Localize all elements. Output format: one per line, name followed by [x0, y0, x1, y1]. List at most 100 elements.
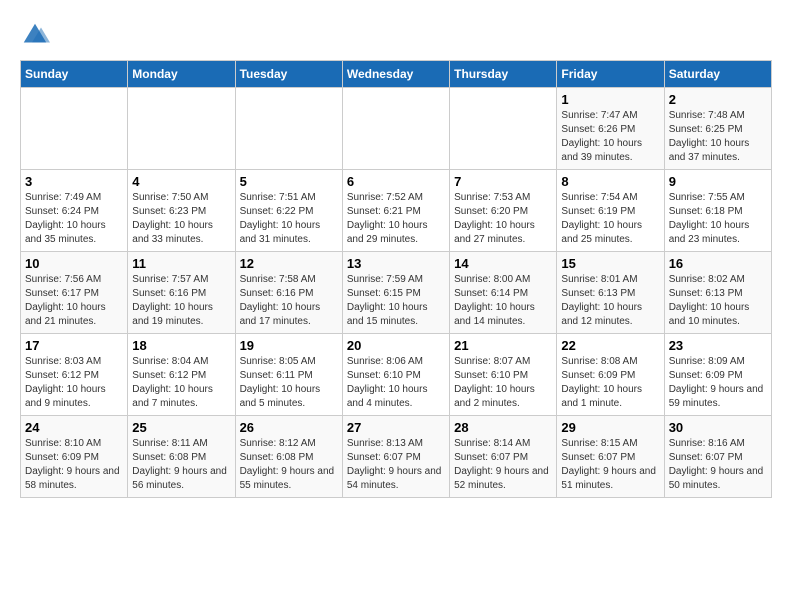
calendar-cell [235, 88, 342, 170]
calendar-cell: 13 Sunrise: 7:59 AM Sunset: 6:15 PM Dayli… [342, 252, 449, 334]
calendar-cell: 18 Sunrise: 8:04 AM Sunset: 6:12 PM Dayli… [128, 334, 235, 416]
calendar-cell: 23 Sunrise: 8:09 AM Sunset: 6:09 PM Dayli… [664, 334, 771, 416]
calendar-cell: 19 Sunrise: 8:05 AM Sunset: 6:11 PM Dayli… [235, 334, 342, 416]
day-number: 28 [454, 420, 552, 435]
day-number: 24 [25, 420, 123, 435]
day-number: 29 [561, 420, 659, 435]
calendar-cell: 4 Sunrise: 7:50 AM Sunset: 6:23 PM Daylig… [128, 170, 235, 252]
day-number: 30 [669, 420, 767, 435]
col-header-monday: Monday [128, 61, 235, 88]
calendar-cell: 17 Sunrise: 8:03 AM Sunset: 6:12 PM Dayli… [21, 334, 128, 416]
calendar-cell [342, 88, 449, 170]
day-number: 19 [240, 338, 338, 353]
logo [20, 20, 54, 50]
calendar-cell: 10 Sunrise: 7:56 AM Sunset: 6:17 PM Dayli… [21, 252, 128, 334]
calendar-cell: 2 Sunrise: 7:48 AM Sunset: 6:25 PM Daylig… [664, 88, 771, 170]
calendar-cell: 25 Sunrise: 8:11 AM Sunset: 6:08 PM Dayli… [128, 416, 235, 498]
calendar-cell [450, 88, 557, 170]
calendar-cell [21, 88, 128, 170]
calendar-cell: 20 Sunrise: 8:06 AM Sunset: 6:10 PM Dayli… [342, 334, 449, 416]
day-number: 10 [25, 256, 123, 271]
day-info: Sunrise: 8:09 AM Sunset: 6:09 PM Dayligh… [669, 355, 767, 411]
day-number: 23 [669, 338, 767, 353]
day-number: 25 [132, 420, 230, 435]
day-info: Sunrise: 8:14 AM Sunset: 6:07 PM Dayligh… [454, 437, 552, 493]
col-header-tuesday: Tuesday [235, 61, 342, 88]
calendar-cell: 24 Sunrise: 8:10 AM Sunset: 6:09 PM Dayli… [21, 416, 128, 498]
day-number: 7 [454, 174, 552, 189]
day-info: Sunrise: 8:13 AM Sunset: 6:07 PM Dayligh… [347, 437, 445, 493]
day-info: Sunrise: 8:06 AM Sunset: 6:10 PM Dayligh… [347, 355, 445, 411]
day-number: 22 [561, 338, 659, 353]
day-info: Sunrise: 8:10 AM Sunset: 6:09 PM Dayligh… [25, 437, 123, 493]
day-info: Sunrise: 7:50 AM Sunset: 6:23 PM Dayligh… [132, 191, 230, 247]
day-number: 18 [132, 338, 230, 353]
day-number: 9 [669, 174, 767, 189]
calendar-cell: 21 Sunrise: 8:07 AM Sunset: 6:10 PM Dayli… [450, 334, 557, 416]
calendar-cell: 5 Sunrise: 7:51 AM Sunset: 6:22 PM Daylig… [235, 170, 342, 252]
col-header-thursday: Thursday [450, 61, 557, 88]
day-number: 15 [561, 256, 659, 271]
day-info: Sunrise: 8:08 AM Sunset: 6:09 PM Dayligh… [561, 355, 659, 411]
day-info: Sunrise: 7:48 AM Sunset: 6:25 PM Dayligh… [669, 109, 767, 165]
day-info: Sunrise: 7:58 AM Sunset: 6:16 PM Dayligh… [240, 273, 338, 329]
day-number: 4 [132, 174, 230, 189]
calendar-cell: 12 Sunrise: 7:58 AM Sunset: 6:16 PM Dayli… [235, 252, 342, 334]
page-header [20, 20, 772, 50]
calendar-cell: 15Sunrise: 8:01 AM Sunset: 6:13 PM Dayli… [557, 252, 664, 334]
calendar-cell: 8 Sunrise: 7:54 AM Sunset: 6:19 PM Daylig… [557, 170, 664, 252]
day-number: 11 [132, 256, 230, 271]
day-number: 21 [454, 338, 552, 353]
day-number: 14 [454, 256, 552, 271]
day-info: Sunrise: 7:53 AM Sunset: 6:20 PM Dayligh… [454, 191, 552, 247]
calendar-cell: 7 Sunrise: 7:53 AM Sunset: 6:20 PM Daylig… [450, 170, 557, 252]
day-info: Sunrise: 8:03 AM Sunset: 6:12 PM Dayligh… [25, 355, 123, 411]
day-number: 13 [347, 256, 445, 271]
day-number: 16 [669, 256, 767, 271]
day-info: Sunrise: 8:11 AM Sunset: 6:08 PM Dayligh… [132, 437, 230, 493]
calendar-cell: 14Sunrise: 8:00 AM Sunset: 6:14 PM Dayli… [450, 252, 557, 334]
day-info: Sunrise: 7:51 AM Sunset: 6:22 PM Dayligh… [240, 191, 338, 247]
day-number: 8 [561, 174, 659, 189]
day-number: 3 [25, 174, 123, 189]
day-number: 2 [669, 92, 767, 107]
day-number: 5 [240, 174, 338, 189]
day-info: Sunrise: 8:12 AM Sunset: 6:08 PM Dayligh… [240, 437, 338, 493]
day-number: 12 [240, 256, 338, 271]
logo-icon [20, 20, 50, 50]
calendar-cell: 29Sunrise: 8:15 AM Sunset: 6:07 PM Dayli… [557, 416, 664, 498]
day-info: Sunrise: 7:59 AM Sunset: 6:15 PM Dayligh… [347, 273, 445, 329]
day-number: 27 [347, 420, 445, 435]
day-info: Sunrise: 8:04 AM Sunset: 6:12 PM Dayligh… [132, 355, 230, 411]
day-info: Sunrise: 8:16 AM Sunset: 6:07 PM Dayligh… [669, 437, 767, 493]
calendar-cell: 27 Sunrise: 8:13 AM Sunset: 6:07 PM Dayli… [342, 416, 449, 498]
calendar-cell: 6 Sunrise: 7:52 AM Sunset: 6:21 PM Daylig… [342, 170, 449, 252]
calendar-cell: 3Sunrise: 7:49 AM Sunset: 6:24 PM Daylig… [21, 170, 128, 252]
day-info: Sunrise: 7:54 AM Sunset: 6:19 PM Dayligh… [561, 191, 659, 247]
calendar-cell: 22 Sunrise: 8:08 AM Sunset: 6:09 PM Dayli… [557, 334, 664, 416]
day-number: 17 [25, 338, 123, 353]
calendar-cell: 9Sunrise: 7:55 AM Sunset: 6:18 PM Daylig… [664, 170, 771, 252]
day-number: 6 [347, 174, 445, 189]
calendar-cell: 26 Sunrise: 8:12 AM Sunset: 6:08 PM Dayli… [235, 416, 342, 498]
calendar-cell: 30 Sunrise: 8:16 AM Sunset: 6:07 PM Dayli… [664, 416, 771, 498]
col-header-wednesday: Wednesday [342, 61, 449, 88]
day-info: Sunrise: 7:47 AM Sunset: 6:26 PM Dayligh… [561, 109, 659, 165]
day-info: Sunrise: 7:52 AM Sunset: 6:21 PM Dayligh… [347, 191, 445, 247]
col-header-sunday: Sunday [21, 61, 128, 88]
calendar-cell [128, 88, 235, 170]
calendar-cell: 1 Sunrise: 7:47 AM Sunset: 6:26 PM Daylig… [557, 88, 664, 170]
day-info: Sunrise: 7:56 AM Sunset: 6:17 PM Dayligh… [25, 273, 123, 329]
day-number: 1 [561, 92, 659, 107]
day-info: Sunrise: 7:57 AM Sunset: 6:16 PM Dayligh… [132, 273, 230, 329]
day-info: Sunrise: 8:07 AM Sunset: 6:10 PM Dayligh… [454, 355, 552, 411]
calendar-cell: 11 Sunrise: 7:57 AM Sunset: 6:16 PM Dayli… [128, 252, 235, 334]
col-header-saturday: Saturday [664, 61, 771, 88]
day-info: Sunrise: 8:02 AM Sunset: 6:13 PM Dayligh… [669, 273, 767, 329]
day-number: 26 [240, 420, 338, 435]
calendar-cell: 16 Sunrise: 8:02 AM Sunset: 6:13 PM Dayli… [664, 252, 771, 334]
calendar-cell: 28 Sunrise: 8:14 AM Sunset: 6:07 PM Dayli… [450, 416, 557, 498]
day-info: Sunrise: 8:05 AM Sunset: 6:11 PM Dayligh… [240, 355, 338, 411]
col-header-friday: Friday [557, 61, 664, 88]
day-number: 20 [347, 338, 445, 353]
